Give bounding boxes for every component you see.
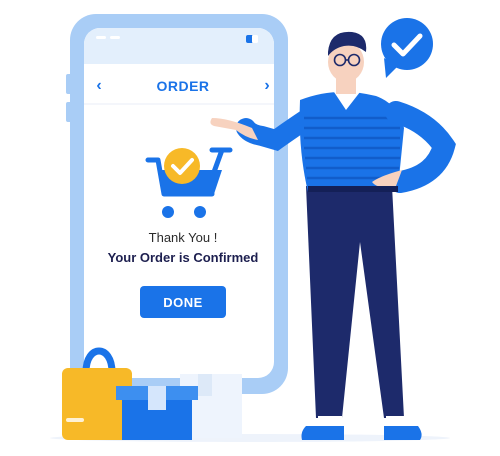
order-header: ‹ ORDER › (88, 74, 278, 98)
illustration: ‹ ORDER › Thank You ! Your Order is Conf… (0, 0, 500, 456)
order-title: ORDER (156, 78, 210, 94)
thank-you-text: Thank You ! (148, 230, 218, 245)
order-confirmed-text: Your Order is Confirmed (107, 250, 259, 265)
check-speech-bubble-icon (381, 18, 433, 78)
chevron-right-icon[interactable]: › (256, 74, 278, 98)
package-blue (116, 386, 198, 440)
chevron-left-icon[interactable]: ‹ (88, 74, 110, 98)
phone-screen: ‹ ORDER › Thank You ! Your Order is Conf… (88, 60, 278, 360)
done-button[interactable]: DONE (140, 286, 226, 318)
